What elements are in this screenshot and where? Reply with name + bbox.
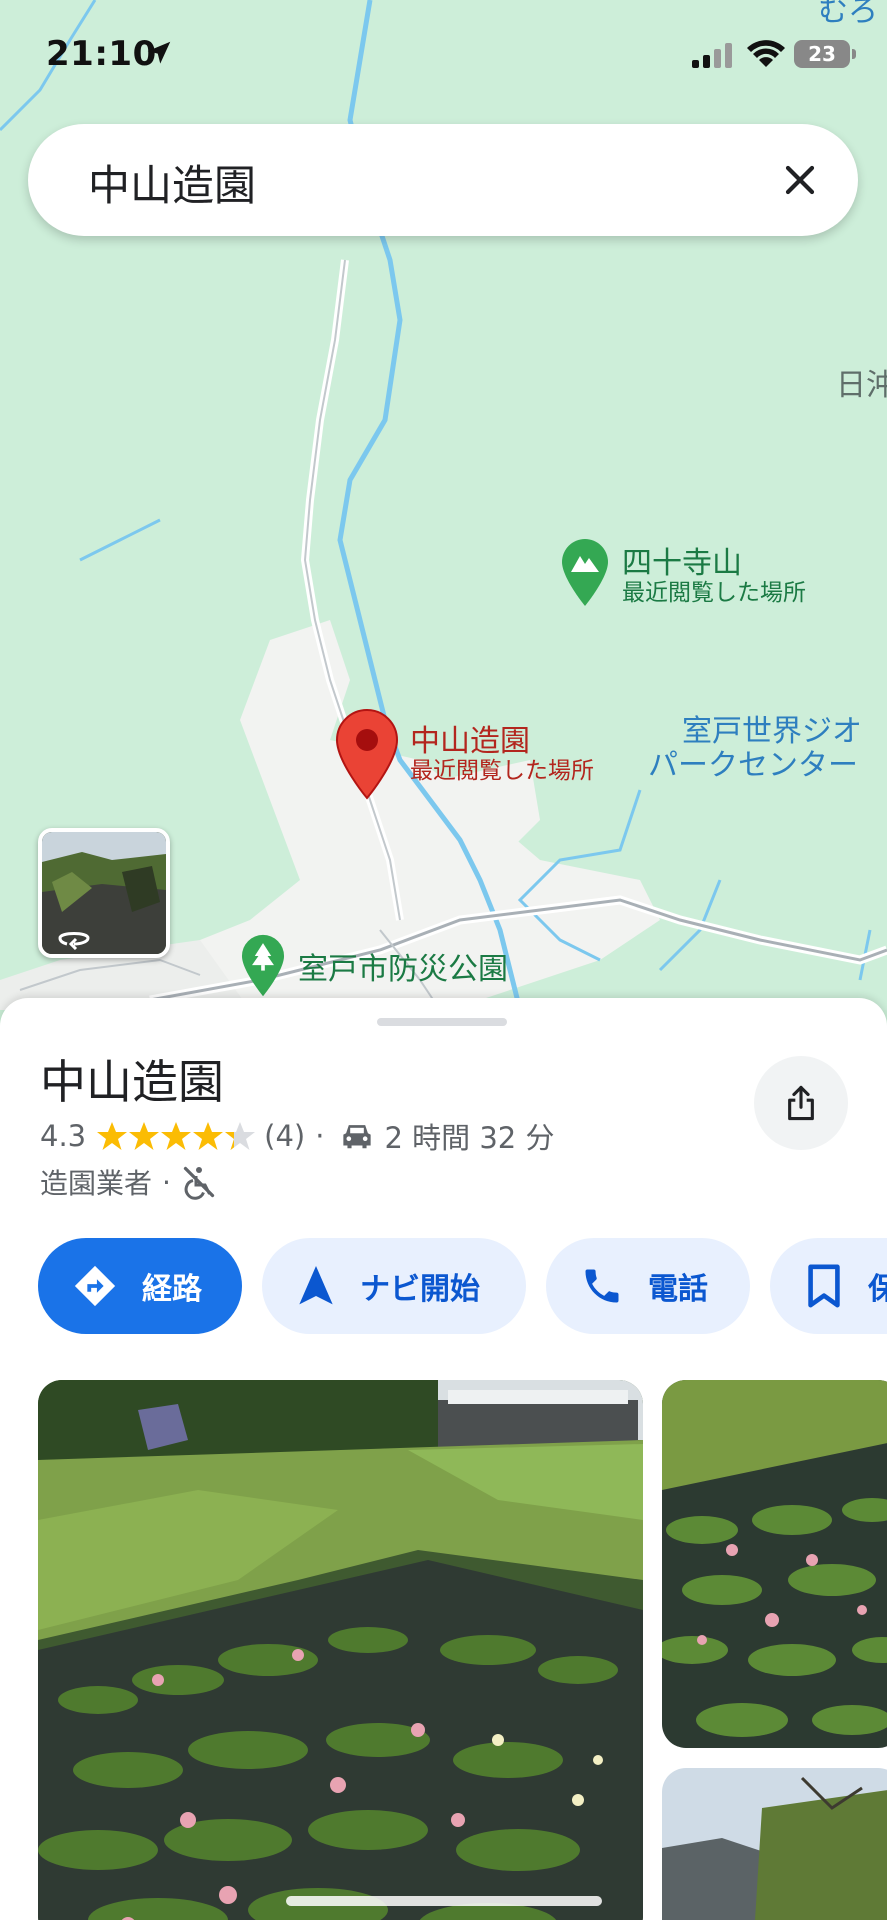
battery-level: 23 [808, 42, 836, 66]
review-count[interactable]: (4) [264, 1119, 305, 1153]
search-bar[interactable]: 中山造園 [28, 124, 858, 236]
save-label: 保 [868, 1272, 887, 1307]
park-marker-icon[interactable] [240, 934, 286, 998]
bookmark-icon [808, 1264, 840, 1308]
lily-pond-photo-image [662, 1380, 887, 1748]
map-label-muro: むろ [818, 0, 878, 29]
map-label-nakayama[interactable]: 中山造園 [410, 726, 530, 758]
map-label-geopark-2[interactable]: パークセンター [648, 750, 858, 782]
call-label: 電話 [648, 1272, 708, 1307]
status-time: 21:10 [46, 34, 157, 74]
navigation-arrow-icon [299, 1266, 333, 1305]
photo-gallery[interactable] [0, 1380, 887, 1920]
map-sublabel-shijuji: 最近閲覧した場所 [622, 580, 806, 606]
map-label-shijuji[interactable]: 四十寺山 [622, 548, 742, 580]
cellular-signal-icon [692, 43, 732, 68]
not-accessible-icon [183, 1166, 215, 1200]
street-view-thumbnail[interactable] [38, 828, 170, 958]
car-icon [343, 1125, 372, 1149]
call-button[interactable]: 電話 [546, 1238, 750, 1334]
drive-time: 2 時間 32 分 [384, 1121, 555, 1155]
photo-main[interactable] [38, 1380, 643, 1920]
search-query[interactable]: 中山造園 [88, 152, 256, 213]
separator-dot: · [162, 1165, 171, 1199]
start-navigation-label: ナビ開始 [360, 1272, 480, 1307]
save-button[interactable]: 保 [770, 1238, 887, 1334]
mountain-marker-icon[interactable] [560, 538, 610, 608]
directions-button[interactable]: 経路 [38, 1238, 242, 1334]
start-navigation-button[interactable]: ナビ開始 [262, 1238, 526, 1334]
location-arrow-icon [147, 41, 171, 64]
map-label-hinoki: 日沖 [836, 368, 887, 403]
map-label-geopark-1[interactable]: 室戸世界ジオ [682, 716, 862, 748]
phone-icon [585, 1269, 619, 1303]
map-sublabel-nakayama: 最近閲覧した場所 [410, 758, 594, 784]
battery-cap [852, 49, 856, 59]
map-view[interactable]: 21:10 23 中山造園 むろ 日沖 四十寺山 最近閲覧した場所 中山造園 最… [0, 0, 887, 1010]
status-bar: 21:10 23 [0, 0, 887, 110]
home-indicator[interactable] [286, 1896, 602, 1906]
rating-row[interactable]: 4.3 (4) · 2 時間 32 分 [40, 1116, 554, 1156]
garden-photo-image [662, 1768, 887, 1920]
action-buttons-row: 経路 ナビ開始 電話 保 [38, 1238, 887, 1334]
sheet-drag-handle[interactable] [377, 1018, 507, 1026]
star-rating-icon [97, 1122, 256, 1150]
place-pin-icon[interactable] [334, 708, 400, 800]
photo-secondary-2[interactable] [662, 1768, 887, 1920]
close-icon [785, 165, 815, 195]
rating-value: 4.3 [40, 1119, 87, 1153]
map-label-bousai-park[interactable]: 室戸市防災公園 [298, 954, 508, 986]
directions-label: 経路 [142, 1272, 202, 1307]
separator-dot: · [315, 1119, 325, 1153]
photo-secondary-1[interactable] [662, 1380, 887, 1748]
pond-photo-image [38, 1380, 643, 1920]
rating-stars [96, 1120, 256, 1152]
battery-indicator: 23 [794, 40, 850, 68]
directions-icon [74, 1265, 116, 1307]
place-bottom-sheet[interactable]: 中山造園 4.3 (4) · 2 時間 32 分 造園業者 · 経路 ナビ開始 … [0, 998, 887, 1920]
rotate-360-icon [58, 932, 90, 950]
place-title: 中山造園 [40, 1055, 224, 1109]
place-category: 造園業者 [40, 1167, 153, 1200]
share-icon [788, 1085, 814, 1121]
wifi-icon [747, 40, 785, 67]
clear-search-button[interactable] [770, 150, 830, 210]
category-row: 造園業者 · [40, 1162, 217, 1202]
share-button[interactable] [754, 1056, 848, 1150]
